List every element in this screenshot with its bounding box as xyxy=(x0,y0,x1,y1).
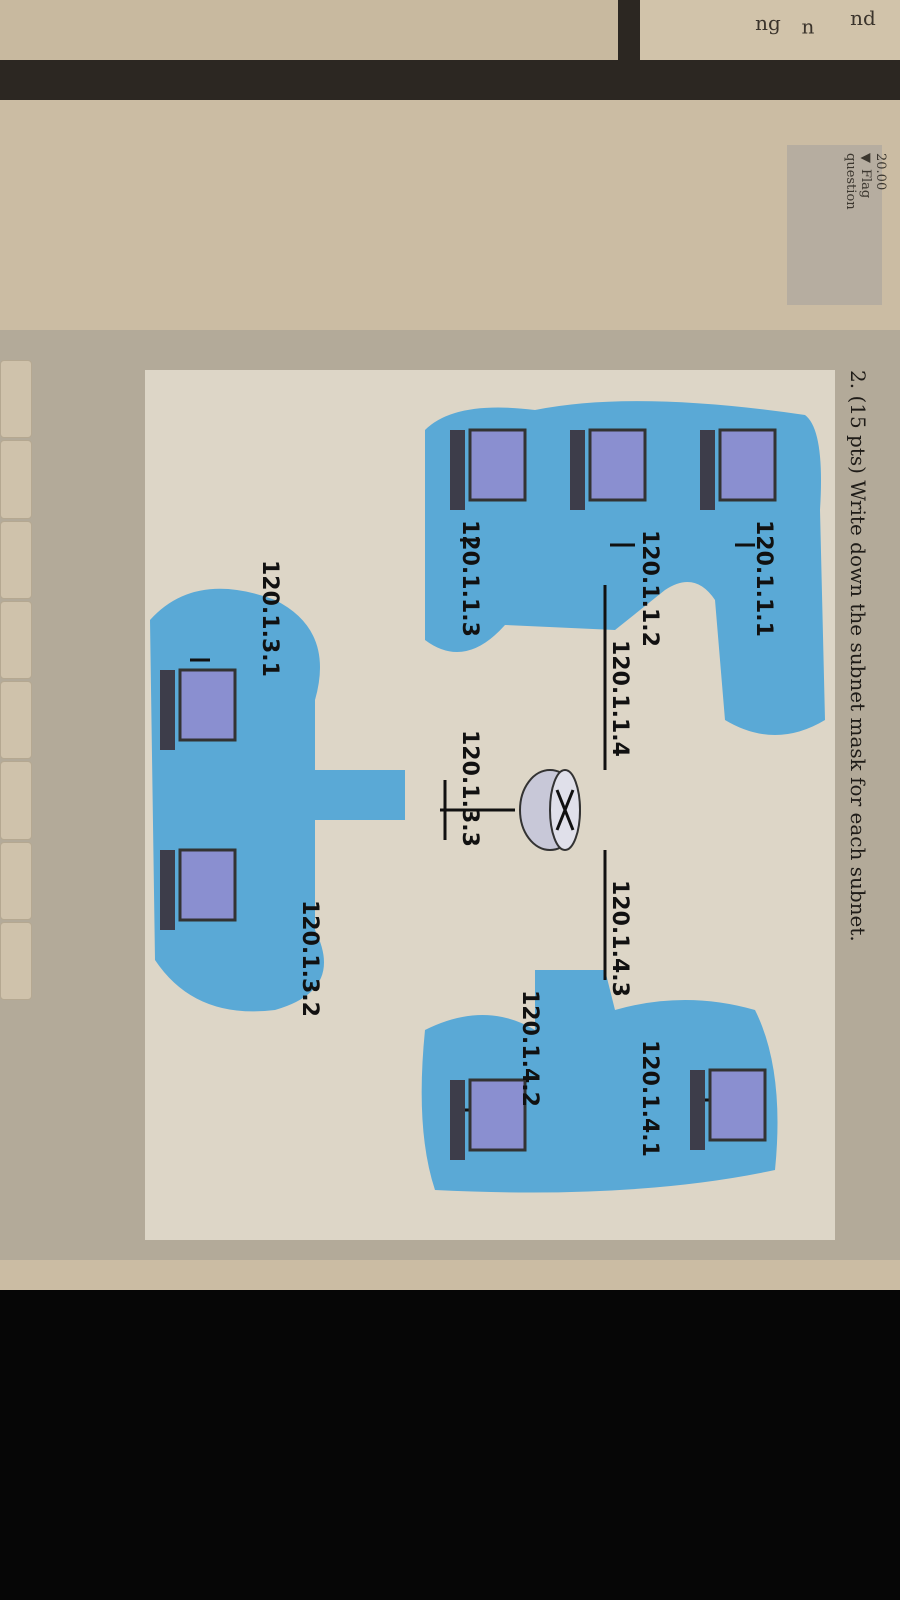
flag-icon: ▼ xyxy=(858,153,873,163)
ip-label: 120.1.4.2 xyxy=(517,990,542,1107)
flag-label-2: question xyxy=(843,153,858,210)
ip-label: 120.1.3.1 xyxy=(257,560,282,677)
router-icon xyxy=(519,769,581,851)
screen-bezel xyxy=(0,1290,900,1600)
computer-icon xyxy=(160,848,237,930)
computer-icon xyxy=(450,1078,527,1160)
ip-label: 120.1.1.1 xyxy=(751,520,776,637)
nav-button[interactable] xyxy=(0,600,32,679)
divider xyxy=(618,0,640,62)
ip-label: 120.1.4.3 xyxy=(607,880,632,997)
nav-button[interactable] xyxy=(0,841,32,920)
rotated-page: nd n ng 20.00 ▼ Flag question 2. (15 pts… xyxy=(0,0,900,1600)
ip-label: 120.1.3.3 xyxy=(457,730,482,847)
ip-label: 120.1.3.2 xyxy=(297,900,322,1017)
nav-button[interactable] xyxy=(0,520,32,599)
network-diagram: 120.1.1.1 120.1.1.2 120.1.1.3 120.1.1.4 … xyxy=(145,370,835,1240)
computer-icon xyxy=(160,668,237,750)
question-nav xyxy=(0,360,32,1000)
nav-button[interactable] xyxy=(0,761,32,840)
nav-button[interactable] xyxy=(0,921,32,1000)
nav-fragment: n xyxy=(801,14,815,39)
computer-icon xyxy=(450,428,527,510)
nav-fragment: ng xyxy=(755,10,781,35)
flag-question-button[interactable]: ▼ Flag xyxy=(858,153,873,297)
flag-label: Flag xyxy=(858,169,873,199)
nav-button[interactable] xyxy=(0,440,32,519)
ip-label: 120.1.4.1 xyxy=(637,1040,662,1157)
nav-fragment: nd xyxy=(850,5,876,30)
ip-label: 120.1.1.2 xyxy=(637,530,662,647)
ip-label: 120.1.1.3 xyxy=(457,520,482,637)
question-text: 2. (15 pts) Write down the subnet mask f… xyxy=(846,370,870,942)
ip-label: 120.1.1.4 xyxy=(607,640,632,757)
computer-icon xyxy=(700,428,777,510)
question-info-box: 20.00 ▼ Flag question xyxy=(787,145,888,305)
question-score: 20.00 xyxy=(873,153,888,191)
computer-icon xyxy=(690,1068,767,1150)
nav-button[interactable] xyxy=(0,360,32,439)
nav-button[interactable] xyxy=(0,681,32,760)
divider xyxy=(0,60,900,100)
computer-icon xyxy=(570,428,647,510)
